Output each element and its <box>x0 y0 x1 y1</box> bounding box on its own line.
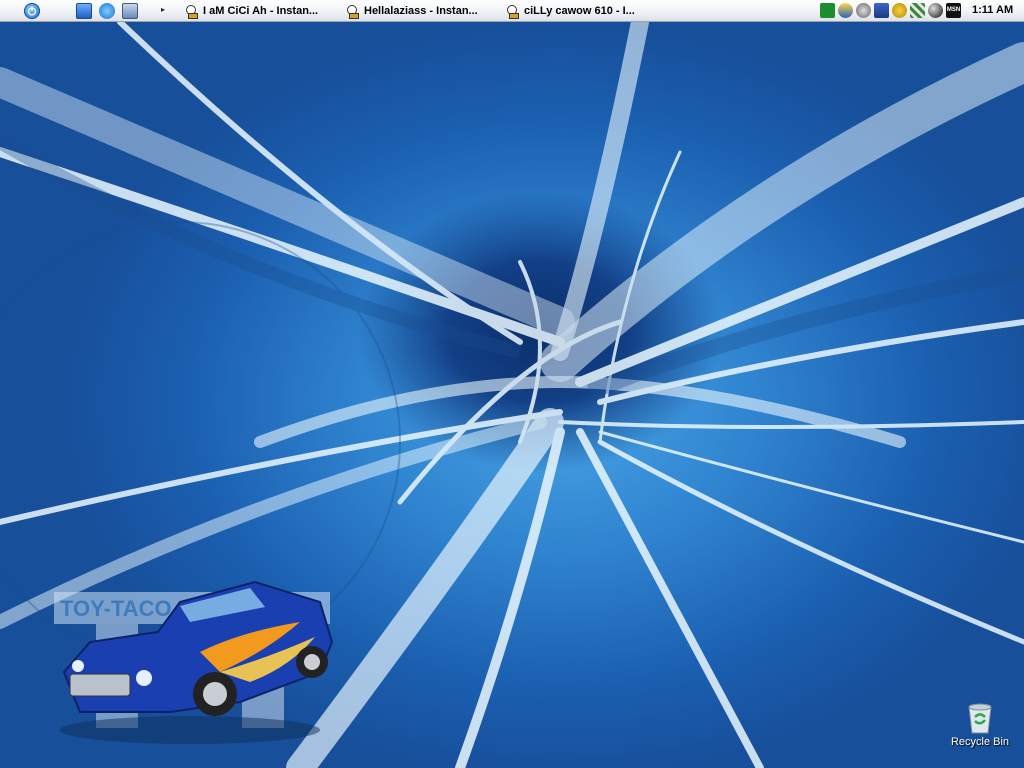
system-tray: MSN <box>820 3 961 18</box>
recycle-bin-icon <box>966 702 994 734</box>
recycle-bin-shortcut[interactable]: Recycle Bin <box>938 702 1022 748</box>
norton-icon[interactable] <box>892 3 907 18</box>
taskbar: ▸ I aM CiCi Ah - Instan... Hellalaziass … <box>0 0 1024 22</box>
quick-launch-show-desktop-icon[interactable] <box>122 3 138 19</box>
aim-icon[interactable] <box>838 3 853 18</box>
recycle-bin-label: Recycle Bin <box>950 736 1010 748</box>
wallpaper-truck: TOY-TACO <box>54 580 334 744</box>
grid-icon[interactable] <box>910 3 925 18</box>
taskbar-item-label: ciLLy cawow 610 - I... <box>524 5 635 17</box>
msn-icon[interactable]: MSN <box>946 3 961 18</box>
taskbar-clock[interactable]: 1:11 AM <box>972 4 1013 16</box>
network-icon[interactable] <box>874 3 889 18</box>
quick-launch-ie-icon[interactable] <box>99 3 115 19</box>
aim-buddy-icon <box>345 4 359 19</box>
xfire-icon[interactable] <box>820 3 835 18</box>
desktop[interactable]: TOY-TACO Recycle Bin <box>0 22 1024 768</box>
taskbar-item-im-3[interactable]: ciLLy cawow 610 - I... <box>505 2 635 20</box>
start-button[interactable] <box>24 3 40 19</box>
aim-buddy-icon <box>505 4 519 19</box>
quick-launch-more-arrow-icon[interactable]: ▸ <box>161 5 165 14</box>
sphere-icon[interactable] <box>928 3 943 18</box>
quick-launch-outlook-icon[interactable] <box>76 3 92 19</box>
taskbar-item-label: Hellalaziass - Instan... <box>364 5 478 17</box>
aim-buddy-icon <box>184 4 198 19</box>
speaker-icon[interactable] <box>856 3 871 18</box>
wallpaper-brand-text: TOY-TACO <box>60 596 172 621</box>
taskbar-item-label: I aM CiCi Ah - Instan... <box>203 5 319 17</box>
power-icon <box>27 6 37 16</box>
taskbar-item-im-2[interactable]: Hellalaziass - Instan... <box>345 2 478 20</box>
taskbar-item-im-1[interactable]: I aM CiCi Ah - Instan... <box>184 2 318 20</box>
